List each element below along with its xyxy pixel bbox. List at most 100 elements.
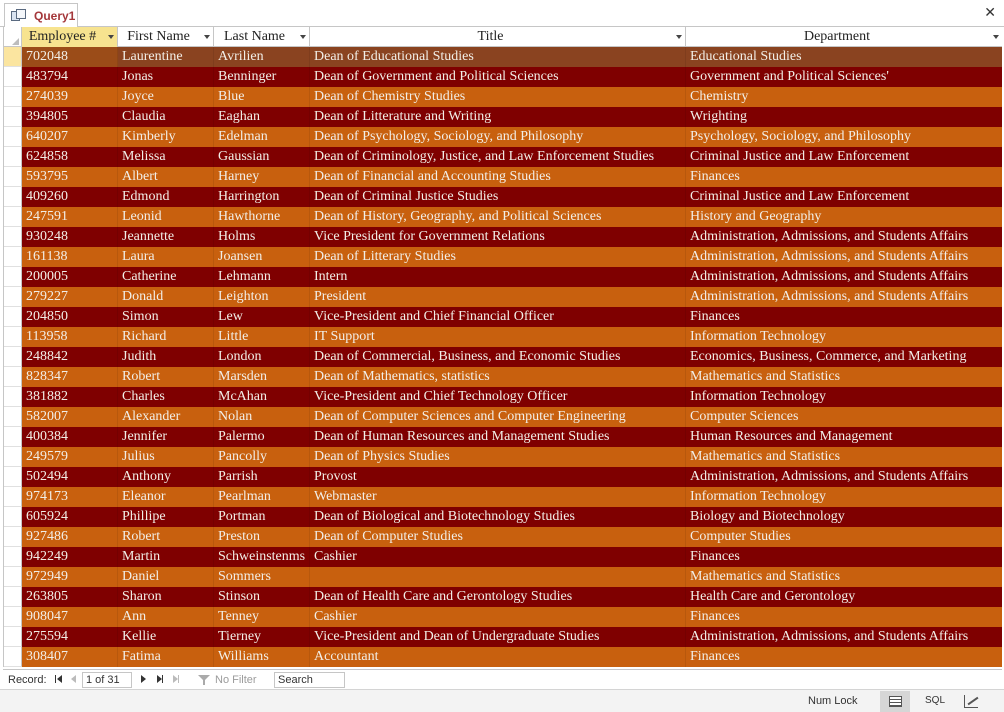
table-cell[interactable]: Dean of History, Geography, and Politica… bbox=[310, 207, 686, 227]
record-selector[interactable] bbox=[4, 327, 22, 347]
table-cell[interactable]: 275594 bbox=[22, 627, 118, 647]
table-row[interactable]: 400384 Jennifer Palermo Dean of Human Resou… bbox=[4, 427, 1002, 447]
table-cell[interactable]: Vice-President and Chief Financial Offic… bbox=[310, 307, 686, 327]
table-cell[interactable]: 279227 bbox=[22, 287, 118, 307]
new-record-icon[interactable] bbox=[170, 673, 182, 685]
table-cell[interactable]: Mathematics and Statistics bbox=[686, 447, 1002, 467]
record-selector[interactable] bbox=[4, 47, 22, 67]
table-cell[interactable]: 483794 bbox=[22, 67, 118, 87]
table-cell[interactable]: Joyce bbox=[118, 87, 214, 107]
table-row[interactable]: 930248 Jeannette Holms Vice President for G… bbox=[4, 227, 1002, 247]
table-cell[interactable]: Webmaster bbox=[310, 487, 686, 507]
table-cell[interactable]: Lew bbox=[214, 307, 310, 327]
table-cell[interactable]: Dean of Health Care and Gerontology Stud… bbox=[310, 587, 686, 607]
table-cell[interactable]: Information Technology bbox=[686, 327, 1002, 347]
table-cell[interactable]: Hawthorne bbox=[214, 207, 310, 227]
filter-toggle-button[interactable]: No Filter bbox=[198, 674, 257, 686]
table-cell[interactable]: 394805 bbox=[22, 107, 118, 127]
table-cell[interactable]: Edelman bbox=[214, 127, 310, 147]
table-cell[interactable]: Administration, Admissions, and Students… bbox=[686, 287, 1002, 307]
table-cell[interactable]: Dean of Physics Studies bbox=[310, 447, 686, 467]
table-cell[interactable]: Pancolly bbox=[214, 447, 310, 467]
column-header-title[interactable]: Title bbox=[310, 27, 686, 47]
table-cell[interactable]: London bbox=[214, 347, 310, 367]
record-selector[interactable] bbox=[4, 347, 22, 367]
table-cell[interactable] bbox=[310, 567, 686, 587]
record-selector[interactable] bbox=[4, 527, 22, 547]
sql-view-button[interactable]: SQL bbox=[918, 691, 948, 712]
table-cell[interactable]: Schweinstenms bbox=[214, 547, 310, 567]
table-row[interactable]: 381882 Charles McAhan Vice-President and Ch… bbox=[4, 387, 1002, 407]
table-cell[interactable]: Melissa bbox=[118, 147, 214, 167]
table-cell[interactable]: Finances bbox=[686, 647, 1002, 667]
table-cell[interactable]: Vice-President and Chief Technology Offi… bbox=[310, 387, 686, 407]
table-cell[interactable]: Robert bbox=[118, 527, 214, 547]
table-cell[interactable]: Human Resources and Management bbox=[686, 427, 1002, 447]
table-row[interactable]: 249579 Julius Pancolly Dean of Physics Stud… bbox=[4, 447, 1002, 467]
table-cell[interactable]: Pearlman bbox=[214, 487, 310, 507]
table-cell[interactable]: 702048 bbox=[22, 47, 118, 67]
table-cell[interactable]: Sommers bbox=[214, 567, 310, 587]
table-cell[interactable]: Dean of Human Resources and Management S… bbox=[310, 427, 686, 447]
first-record-icon[interactable] bbox=[53, 673, 65, 685]
table-cell[interactable]: Claudia bbox=[118, 107, 214, 127]
table-cell[interactable]: Robert bbox=[118, 367, 214, 387]
table-cell[interactable]: Dean of Chemistry Studies bbox=[310, 87, 686, 107]
record-selector[interactable] bbox=[4, 287, 22, 307]
table-cell[interactable]: Educational Studies bbox=[686, 47, 1002, 67]
table-row[interactable]: 582007 Alexander Nolan Dean of Computer Sci… bbox=[4, 407, 1002, 427]
table-cell[interactable]: Avrilien bbox=[214, 47, 310, 67]
table-cell[interactable]: 409260 bbox=[22, 187, 118, 207]
table-cell[interactable]: Dean of Psychology, Sociology, and Philo… bbox=[310, 127, 686, 147]
table-cell[interactable]: 204850 bbox=[22, 307, 118, 327]
record-selector[interactable] bbox=[4, 387, 22, 407]
table-cell[interactable]: Leonid bbox=[118, 207, 214, 227]
last-record-icon[interactable] bbox=[154, 673, 166, 685]
record-selector[interactable] bbox=[4, 87, 22, 107]
table-cell[interactable]: Harrington bbox=[214, 187, 310, 207]
table-cell[interactable]: Laurentine bbox=[118, 47, 214, 67]
table-cell[interactable]: 274039 bbox=[22, 87, 118, 107]
table-cell[interactable]: 908047 bbox=[22, 607, 118, 627]
table-cell[interactable]: Gaussian bbox=[214, 147, 310, 167]
table-cell[interactable]: Preston bbox=[214, 527, 310, 547]
table-cell[interactable]: Marsden bbox=[214, 367, 310, 387]
table-cell[interactable]: Cashier bbox=[310, 547, 686, 567]
table-cell[interactable]: 247591 bbox=[22, 207, 118, 227]
table-cell[interactable]: Criminal Justice and Law Enforcement bbox=[686, 187, 1002, 207]
table-row[interactable]: 828347 Robert Marsden Dean of Mathematics, … bbox=[4, 367, 1002, 387]
record-selector[interactable] bbox=[4, 407, 22, 427]
table-cell[interactable]: 200005 bbox=[22, 267, 118, 287]
column-header-employee-number[interactable]: Employee # bbox=[22, 27, 118, 47]
table-cell[interactable]: Provost bbox=[310, 467, 686, 487]
table-cell[interactable]: Edmond bbox=[118, 187, 214, 207]
table-cell[interactable]: Economics, Business, Commerce, and Marke… bbox=[686, 347, 1002, 367]
next-record-icon[interactable] bbox=[138, 673, 150, 685]
table-cell[interactable]: Eleanor bbox=[118, 487, 214, 507]
table-cell[interactable]: Nolan bbox=[214, 407, 310, 427]
table-cell[interactable]: Julius bbox=[118, 447, 214, 467]
table-cell[interactable]: Charles bbox=[118, 387, 214, 407]
record-selector[interactable] bbox=[4, 247, 22, 267]
current-record-field[interactable]: 1 of 31 bbox=[82, 672, 132, 688]
table-row[interactable]: 161138 Laura Joansen Dean of Litterary Stud… bbox=[4, 247, 1002, 267]
table-cell[interactable]: Vice-President and Dean of Undergraduate… bbox=[310, 627, 686, 647]
column-header-first-name[interactable]: First Name bbox=[118, 27, 214, 47]
table-cell[interactable]: Dean of Criminal Justice Studies bbox=[310, 187, 686, 207]
table-cell[interactable]: 930248 bbox=[22, 227, 118, 247]
table-cell[interactable]: Leighton bbox=[214, 287, 310, 307]
record-selector[interactable] bbox=[4, 207, 22, 227]
table-cell[interactable]: 161138 bbox=[22, 247, 118, 267]
table-row[interactable]: 502494 Anthony Parrish Provost Administratio… bbox=[4, 467, 1002, 487]
table-cell[interactable]: Sharon bbox=[118, 587, 214, 607]
table-row[interactable]: 605924 Phillipe Portman Dean of Biological … bbox=[4, 507, 1002, 527]
table-cell[interactable]: 248842 bbox=[22, 347, 118, 367]
table-cell[interactable]: Dean of Government and Political Science… bbox=[310, 67, 686, 87]
table-row[interactable]: 274039 Joyce Blue Dean of Chemistry Studies… bbox=[4, 87, 1002, 107]
table-cell[interactable]: Information Technology bbox=[686, 387, 1002, 407]
table-cell[interactable]: Blue bbox=[214, 87, 310, 107]
table-cell[interactable]: President bbox=[310, 287, 686, 307]
table-cell[interactable]: Tierney bbox=[214, 627, 310, 647]
table-cell[interactable]: 400384 bbox=[22, 427, 118, 447]
table-row[interactable]: 908047 Ann Tenney Cashier Finances bbox=[4, 607, 1002, 627]
